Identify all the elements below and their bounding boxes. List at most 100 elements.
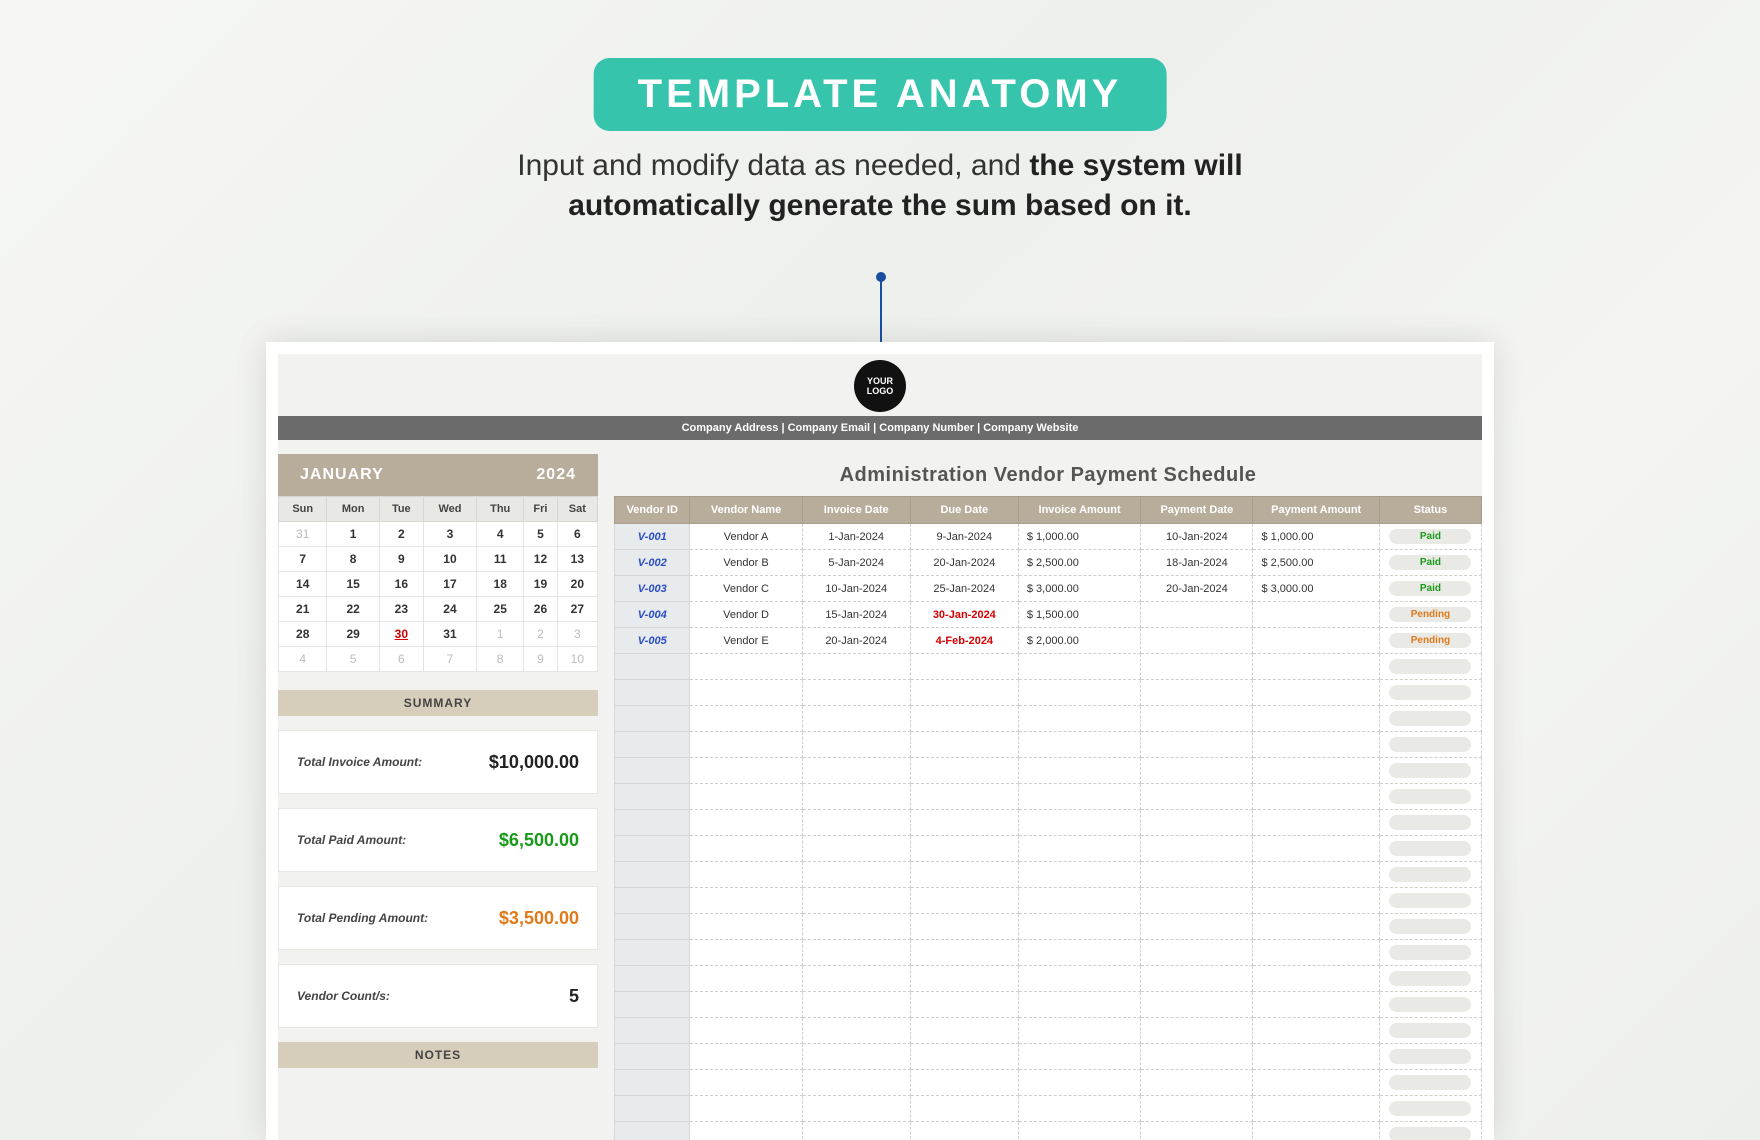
calendar-cell[interactable]: 1 [477, 622, 524, 647]
table-row[interactable]: .......x [615, 966, 1482, 992]
calendar-cell[interactable]: 27 [557, 597, 597, 622]
cell-payment-date[interactable]: 10-Jan-2024 [1141, 524, 1253, 550]
calendar-cell[interactable]: 2 [524, 622, 557, 647]
cell-vendor-id[interactable]: . [615, 680, 690, 706]
table-row[interactable]: .......x [615, 1070, 1482, 1096]
table-row[interactable]: .......x [615, 1018, 1482, 1044]
cell-vendor-id[interactable]: . [615, 706, 690, 732]
table-row[interactable]: .......x [615, 940, 1482, 966]
cell-vendor-id[interactable]: V-001 [615, 524, 690, 550]
cell-due-date[interactable]: 4-Feb-2024 [910, 628, 1018, 654]
cell-vendor-id[interactable]: . [615, 810, 690, 836]
cell-invoice-date[interactable]: 5-Jan-2024 [802, 550, 910, 576]
cell-vendor-id[interactable]: . [615, 1044, 690, 1070]
cell-due-date[interactable]: 25-Jan-2024 [910, 576, 1018, 602]
cell-status[interactable]: x [1379, 862, 1481, 888]
calendar-cell[interactable]: 22 [327, 597, 379, 622]
table-row[interactable]: .......x [615, 1096, 1482, 1122]
cell-status[interactable]: Pending [1379, 602, 1481, 628]
cell-vendor-id[interactable]: . [615, 914, 690, 940]
cell-payment-date[interactable] [1141, 602, 1253, 628]
cell-vendor-id[interactable]: . [615, 758, 690, 784]
calendar-cell[interactable]: 11 [477, 547, 524, 572]
calendar-cell[interactable]: 6 [557, 522, 597, 547]
calendar-cell[interactable]: 18 [477, 572, 524, 597]
cell-vendor-id[interactable]: V-005 [615, 628, 690, 654]
table-row[interactable]: .......x [615, 862, 1482, 888]
cell-vendor-id[interactable]: . [615, 966, 690, 992]
cell-payment-date[interactable]: 18-Jan-2024 [1141, 550, 1253, 576]
cell-payment-amount[interactable]: $ 2,500.00 [1253, 550, 1379, 576]
table-row[interactable]: .......x [615, 888, 1482, 914]
table-row[interactable]: .......x [615, 1122, 1482, 1140]
calendar-cell[interactable]: 3 [557, 622, 597, 647]
calendar-cell[interactable]: 7 [423, 647, 476, 672]
calendar-cell[interactable]: 13 [557, 547, 597, 572]
table-row[interactable]: .......x [615, 732, 1482, 758]
cell-due-date[interactable]: 20-Jan-2024 [910, 550, 1018, 576]
cell-invoice-amount[interactable]: $ 2,500.00 [1018, 550, 1140, 576]
cell-due-date[interactable]: 9-Jan-2024 [910, 524, 1018, 550]
cell-status[interactable]: x [1379, 914, 1481, 940]
cell-status[interactable]: x [1379, 810, 1481, 836]
cell-payment-amount[interactable] [1253, 628, 1379, 654]
calendar-cell[interactable]: 31 [423, 622, 476, 647]
cell-vendor-name[interactable]: Vendor C [690, 576, 802, 602]
cell-status[interactable]: Paid [1379, 550, 1481, 576]
table-row[interactable]: .......x [615, 680, 1482, 706]
cell-vendor-id[interactable]: V-003 [615, 576, 690, 602]
calendar-cell[interactable]: 29 [327, 622, 379, 647]
cell-vendor-name[interactable]: Vendor E [690, 628, 802, 654]
cell-vendor-id[interactable]: . [615, 836, 690, 862]
calendar-cell[interactable]: 10 [557, 647, 597, 672]
cell-status[interactable]: x [1379, 732, 1481, 758]
table-row[interactable]: .......x [615, 758, 1482, 784]
calendar-cell[interactable]: 7 [279, 547, 327, 572]
cell-status[interactable]: Paid [1379, 576, 1481, 602]
cell-status[interactable]: x [1379, 966, 1481, 992]
cell-status[interactable]: x [1379, 836, 1481, 862]
cell-status[interactable]: Pending [1379, 628, 1481, 654]
cell-status[interactable]: x [1379, 680, 1481, 706]
table-row[interactable]: .......x [615, 1044, 1482, 1070]
cell-status[interactable]: x [1379, 706, 1481, 732]
table-row[interactable]: V-002Vendor B5-Jan-202420-Jan-2024$ 2,50… [615, 550, 1482, 576]
table-row[interactable]: V-003Vendor C10-Jan-202425-Jan-2024$ 3,0… [615, 576, 1482, 602]
calendar-cell[interactable]: 23 [379, 597, 423, 622]
calendar-cell[interactable]: 8 [477, 647, 524, 672]
calendar-cell[interactable]: 8 [327, 547, 379, 572]
cell-invoice-amount[interactable]: $ 3,000.00 [1018, 576, 1140, 602]
table-row[interactable]: .......x [615, 654, 1482, 680]
calendar-cell[interactable]: 4 [279, 647, 327, 672]
cell-status[interactable]: x [1379, 758, 1481, 784]
calendar-cell[interactable]: 4 [477, 522, 524, 547]
cell-vendor-id[interactable]: . [615, 1096, 690, 1122]
cell-vendor-id[interactable]: . [615, 940, 690, 966]
calendar-cell[interactable]: 25 [477, 597, 524, 622]
cell-status[interactable]: x [1379, 888, 1481, 914]
calendar-cell[interactable]: 20 [557, 572, 597, 597]
calendar-cell[interactable]: 6 [379, 647, 423, 672]
calendar-cell[interactable]: 30 [379, 622, 423, 647]
cell-status[interactable]: x [1379, 1070, 1481, 1096]
calendar-cell[interactable]: 9 [524, 647, 557, 672]
cell-payment-amount[interactable]: $ 3,000.00 [1253, 576, 1379, 602]
cell-status[interactable]: x [1379, 784, 1481, 810]
cell-payment-amount[interactable] [1253, 602, 1379, 628]
calendar-cell[interactable]: 26 [524, 597, 557, 622]
calendar-cell[interactable]: 2 [379, 522, 423, 547]
calendar-cell[interactable]: 31 [279, 522, 327, 547]
calendar-cell[interactable]: 5 [327, 647, 379, 672]
cell-status[interactable]: x [1379, 940, 1481, 966]
cell-vendor-name[interactable]: Vendor B [690, 550, 802, 576]
calendar-cell[interactable]: 21 [279, 597, 327, 622]
cell-status[interactable]: x [1379, 1018, 1481, 1044]
cell-vendor-id[interactable]: . [615, 784, 690, 810]
table-row[interactable]: .......x [615, 810, 1482, 836]
cell-vendor-id[interactable]: . [615, 732, 690, 758]
table-row[interactable]: V-004Vendor D15-Jan-202430-Jan-2024$ 1,5… [615, 602, 1482, 628]
table-row[interactable]: V-001Vendor A1-Jan-20249-Jan-2024$ 1,000… [615, 524, 1482, 550]
cell-status[interactable]: Paid [1379, 524, 1481, 550]
calendar-cell[interactable]: 17 [423, 572, 476, 597]
calendar-cell[interactable]: 15 [327, 572, 379, 597]
